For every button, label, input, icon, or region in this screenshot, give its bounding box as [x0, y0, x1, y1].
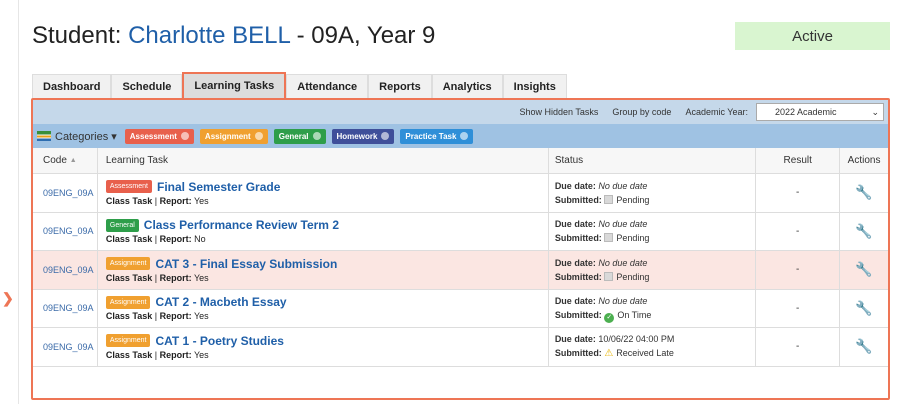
tab-reports[interactable]: Reports — [368, 74, 432, 98]
task-code[interactable]: 09ENG_09A — [33, 174, 97, 212]
task-result: - — [755, 289, 839, 327]
table-row: 09ENG_09A General Class Performance Revie… — [33, 212, 888, 251]
tab-attendance[interactable]: Attendance — [286, 74, 369, 98]
categories-dropdown[interactable]: Categories ▾ — [55, 130, 117, 143]
column-learning-task[interactable]: Learning Task — [96, 148, 548, 173]
category-general[interactable]: General — [273, 128, 326, 144]
category-homework[interactable]: Homework — [331, 128, 395, 144]
toggle-dot-icon — [254, 132, 263, 140]
categories-bar: Categories ▾ Assessment Assignment Gener… — [33, 124, 888, 148]
column-code[interactable]: Code ▲ — [33, 148, 97, 173]
toggle-dot-icon — [312, 132, 321, 140]
task-code[interactable]: 09ENG_09A — [33, 328, 97, 366]
tab-analytics[interactable]: Analytics — [431, 74, 503, 98]
pending-icon — [604, 194, 614, 204]
chevron-down-icon: ⌄ — [871, 106, 879, 117]
table-row: 09ENG_09A Assignment CAT 1 - Poetry Studi… — [33, 328, 888, 367]
task-code[interactable]: 09ENG_09A — [33, 251, 97, 289]
page-title: Student: Charlotte BELL - 09A, Year 9 — [32, 22, 435, 50]
task-result: - — [755, 328, 839, 366]
title-suffix: - 09A, Year 9 — [289, 22, 436, 49]
category-tag: Assignment — [105, 295, 151, 309]
task-status: Due date: 10/06/22 04:00 PM Submitted: ⚠… — [547, 328, 756, 366]
wrench-icon[interactable]: 🔧 — [855, 338, 872, 355]
task-result: - — [755, 212, 839, 250]
status-badge: Active — [735, 22, 890, 50]
toggle-dot-icon — [460, 132, 469, 140]
academic-year-select[interactable]: 2022 Academic ⌄ — [756, 103, 884, 121]
academic-year-label: Academic Year: — [685, 107, 748, 117]
task-code[interactable]: 09ENG_09A — [33, 290, 97, 328]
task-title-link[interactable]: Final Semester Grade — [157, 180, 280, 194]
task-status: Due date: No due date Submitted: Pending — [547, 212, 756, 250]
task-result: - — [755, 251, 839, 289]
toggle-dot-icon — [381, 132, 390, 140]
warning-icon: ⚠ — [604, 348, 614, 360]
show-hidden-tasks-link[interactable]: Show Hidden Tasks — [520, 107, 599, 117]
category-tag: Assignment — [105, 257, 151, 271]
wrench-icon[interactable]: 🔧 — [855, 184, 872, 201]
column-status[interactable]: Status — [547, 148, 756, 173]
category-tag: Assessment — [105, 180, 152, 194]
chevron-right-icon: ❯ — [2, 290, 14, 306]
task-status: Due date: No due date Submitted: Pending — [547, 251, 756, 289]
category-assessment[interactable]: Assessment — [124, 128, 194, 144]
group-by-code-link[interactable]: Group by code — [612, 107, 671, 117]
task-title-link[interactable]: CAT 2 - Macbeth Essay — [155, 295, 286, 309]
pending-icon — [604, 233, 614, 243]
task-title-link[interactable]: Class Performance Review Term 2 — [144, 218, 339, 232]
academic-year-value: 2022 Academic — [775, 107, 837, 117]
tab-bar: Dashboard Schedule Learning Tasks Attend… — [32, 72, 567, 98]
sort-icon: ▲ — [69, 157, 77, 164]
wrench-icon[interactable]: 🔧 — [855, 223, 872, 240]
toggle-dot-icon — [180, 132, 189, 140]
task-status: Due date: No due date Submitted: ✓ On Tim… — [547, 289, 756, 327]
task-result: - — [755, 174, 839, 212]
category-tag: General — [105, 218, 139, 232]
title-prefix: Student: — [32, 22, 129, 49]
category-assignment[interactable]: Assignment — [199, 128, 268, 144]
wrench-icon[interactable]: 🔧 — [855, 300, 872, 317]
wrench-icon[interactable]: 🔧 — [855, 261, 872, 278]
task-code[interactable]: 09ENG_09A — [33, 213, 97, 251]
pending-icon — [604, 271, 614, 281]
task-status: Due date: No due date Submitted: Pending — [547, 174, 756, 212]
check-circle-icon: ✓ — [604, 312, 615, 323]
tab-insights[interactable]: Insights — [502, 74, 567, 98]
table-header: Code ▲ Learning Task Status Result Actio… — [33, 148, 888, 174]
column-actions: Actions — [839, 148, 888, 173]
student-name[interactable]: Charlotte BELL — [128, 22, 290, 49]
table-row: 09ENG_09A Assignment CAT 2 - Macbeth Essa… — [33, 289, 888, 328]
tab-dashboard[interactable]: Dashboard — [32, 74, 112, 98]
table-row: 09ENG_09A Assessment Final Semester Grade… — [33, 174, 888, 213]
table-row: 09ENG_09A Assignment CAT 3 - Final Essay … — [33, 251, 888, 290]
category-practice-task[interactable]: Practice Task — [400, 128, 474, 144]
tab-schedule[interactable]: Schedule — [111, 74, 183, 98]
learning-tasks-panel: Show Hidden Tasks Group by code Academic… — [31, 98, 890, 400]
category-tag: Assignment — [105, 334, 151, 348]
tab-learning-tasks[interactable]: Learning Tasks — [182, 72, 287, 98]
column-result[interactable]: Result — [755, 148, 839, 173]
categories-icon — [37, 131, 51, 141]
task-title-link[interactable]: CAT 3 - Final Essay Submission — [155, 257, 337, 271]
task-title-link[interactable]: CAT 1 - Poetry Studies — [155, 334, 283, 348]
tasks-toolbar: Show Hidden Tasks Group by code Academic… — [33, 100, 888, 124]
